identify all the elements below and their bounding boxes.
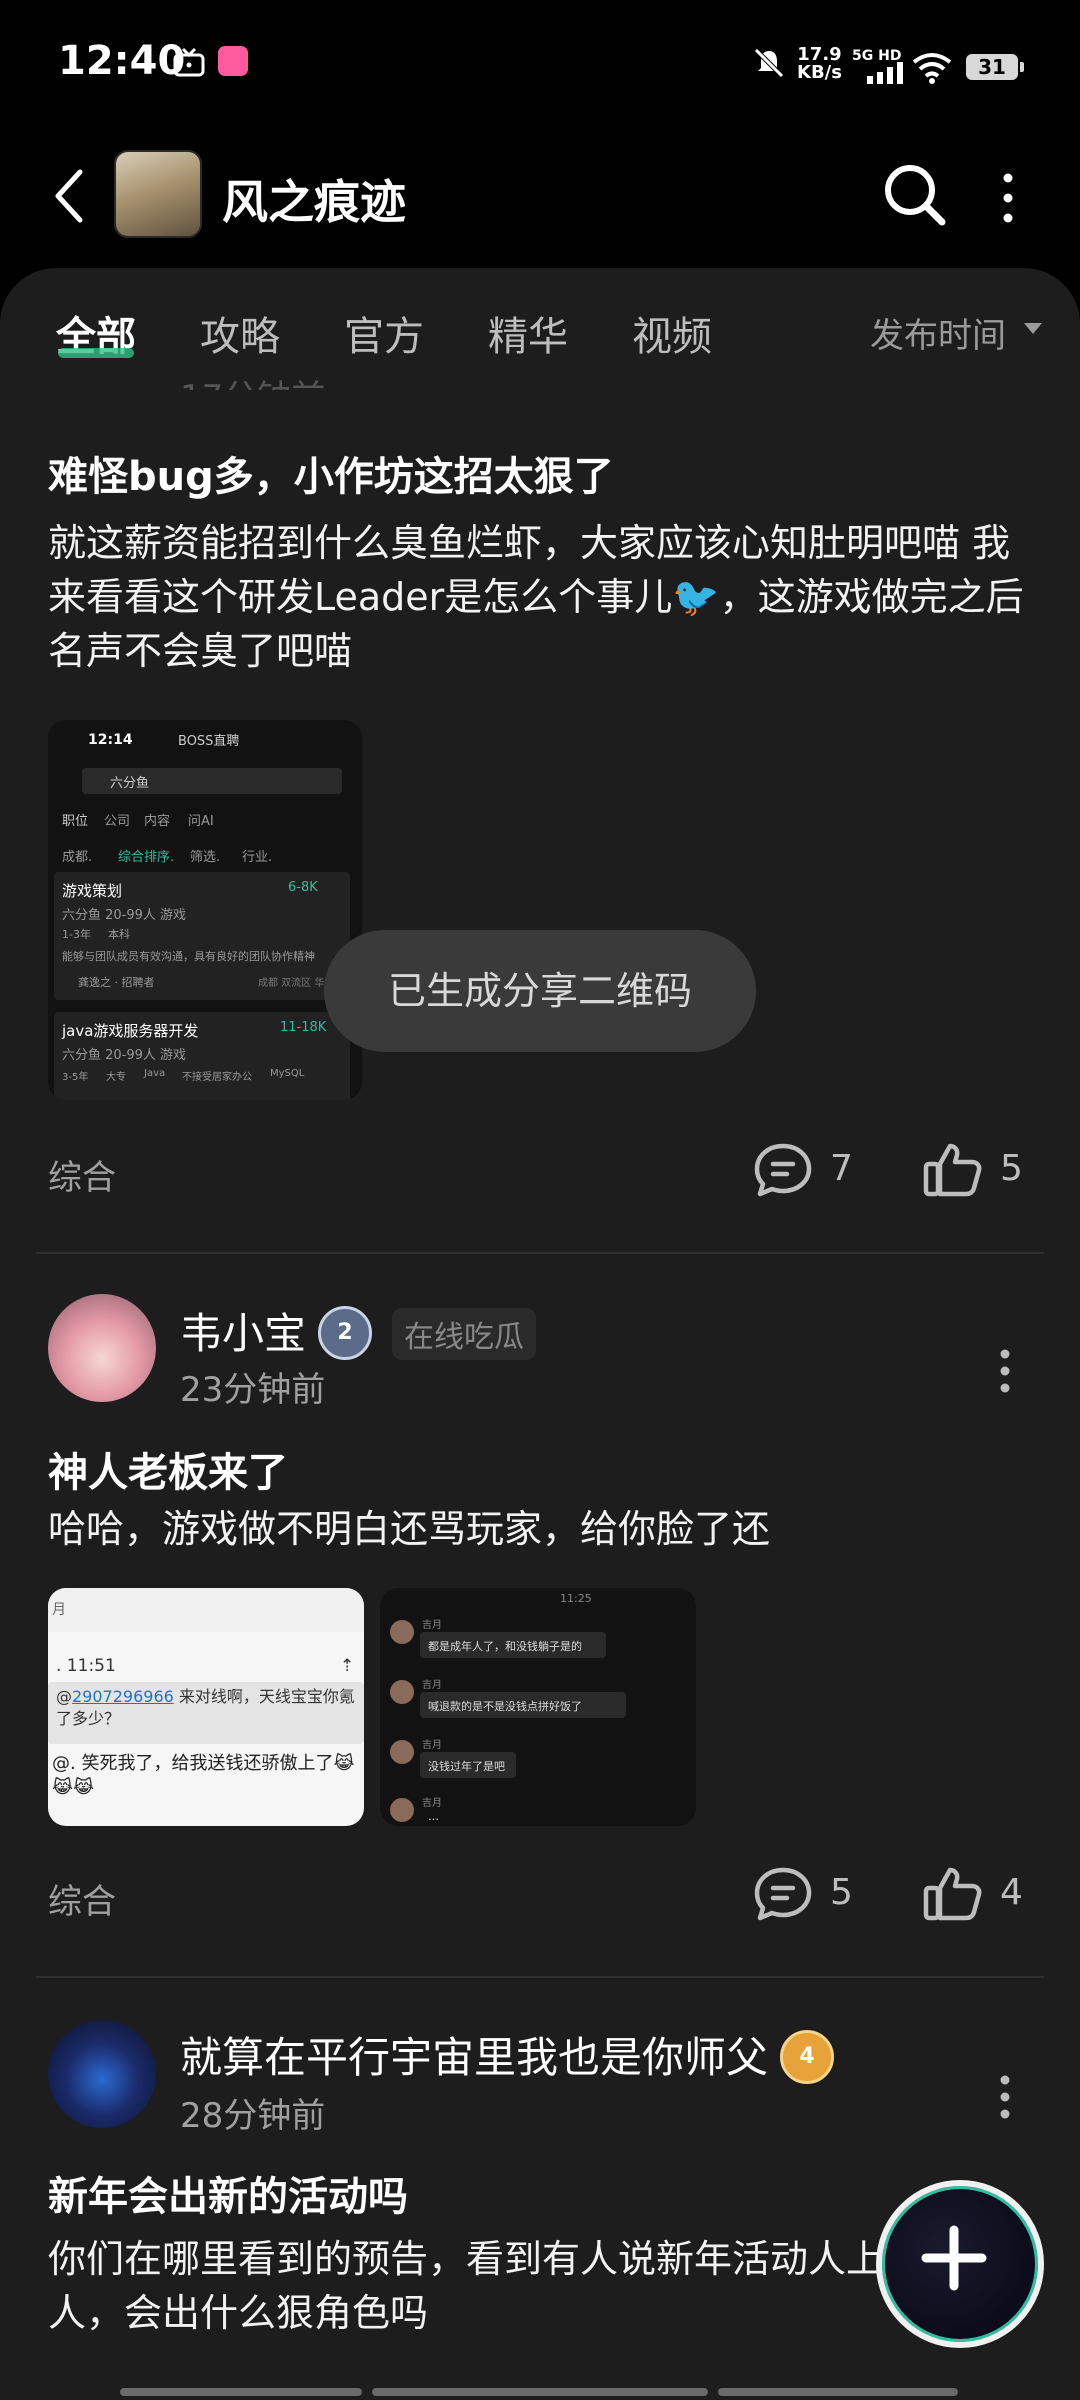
nav-handle: [120, 2388, 362, 2396]
tab-guides[interactable]: 攻略: [200, 304, 280, 362]
search-icon[interactable]: [880, 160, 950, 230]
user-name[interactable]: 就算在平行宇宙里我也是你师父: [180, 2024, 768, 2085]
like-icon[interactable]: [922, 1864, 984, 1922]
comment-icon[interactable]: [752, 1866, 814, 1922]
post-body[interactable]: 就这薪资能招到什么臭鱼烂虾，大家应该心知肚明吧喵 我来看看这个研发Leader是…: [48, 516, 1038, 678]
post-time: 28分钟前: [180, 2096, 326, 2136]
wifi-icon: [912, 53, 952, 84]
status-time: 12:40: [58, 38, 186, 84]
tab-bar: 全部 攻略 官方 精华 视频 发布时间: [0, 268, 1080, 378]
tab-official[interactable]: 官方: [344, 304, 424, 362]
comment-icon[interactable]: [752, 1142, 814, 1198]
comment-count: 5: [830, 1872, 853, 1913]
comment-count: 7: [830, 1148, 853, 1189]
post-image[interactable]: 11:25 吉月 都是成年人了，和没钱躺子是的 吉月 喊退款的是不是没钱点拼好饭…: [380, 1588, 696, 1826]
post-title[interactable]: 新年会出新的活动吗: [48, 2164, 408, 2222]
post-more-icon[interactable]: [999, 1348, 1011, 1398]
level-badge: 2: [318, 1306, 372, 1360]
more-icon[interactable]: [990, 170, 1026, 226]
status-bar: 12:40 17.9 KB/s 5G HD 31: [0, 0, 1080, 130]
post-image[interactable]: 月 . 11:51 ⇡ @2907296966 来对线啊，天线宝宝你氪了多少？ …: [48, 1588, 364, 1826]
net-speed: 17.9 KB/s: [797, 44, 842, 83]
nav-handle: [372, 2388, 708, 2396]
post-body[interactable]: 你们在哪里看到的预告，看到有人说新年活动人上人，会出什么狠角色吗: [48, 2232, 898, 2340]
tab-featured[interactable]: 精华: [488, 304, 568, 362]
battery-indicator: 31: [966, 54, 1024, 80]
signal-icon: [867, 62, 903, 84]
like-count: 4: [1000, 1872, 1023, 1913]
post-title[interactable]: 神人老板来了: [48, 1440, 288, 1498]
toast-message: 已生成分享二维码: [324, 930, 756, 1052]
post-body[interactable]: 哈哈，游戏做不明白还骂玩家，给你脸了还: [48, 1502, 1038, 1556]
post-category[interactable]: 综合: [48, 1150, 116, 1199]
page-title: 风之痕迹: [222, 175, 406, 229]
level-badge: 4: [780, 2030, 834, 2084]
avatar[interactable]: [48, 2020, 156, 2128]
post-image[interactable]: 12:14 BOSS直聘 六分鱼 职位 公司 内容 问AI 成都. 综合排序. …: [48, 720, 362, 1100]
post-time: 23分钟前: [180, 1370, 326, 1410]
divider: [36, 1976, 1044, 1978]
like-count: 5: [1000, 1148, 1023, 1189]
game-avatar[interactable]: [114, 150, 202, 238]
app-notification-icon: [218, 46, 248, 76]
like-icon[interactable]: [922, 1140, 984, 1198]
sort-dropdown[interactable]: 发布时间: [870, 308, 1006, 357]
avatar[interactable]: [48, 1294, 156, 1402]
tv-icon: [173, 47, 205, 77]
content-sheet: 全部 攻略 官方 精华 视频 发布时间 17分钟前 难怪bug多，小作坊这招太狠…: [0, 268, 1080, 2400]
upload-icon: ⇡: [340, 1656, 355, 1676]
plus-icon: [921, 2225, 987, 2291]
post-more-icon[interactable]: [999, 2074, 1011, 2124]
post-category[interactable]: 综合: [48, 1874, 116, 1923]
divider: [36, 1252, 1044, 1254]
post-title[interactable]: 难怪bug多，小作坊这招太狠了: [48, 444, 614, 502]
nav-handle: [718, 2388, 958, 2396]
user-name[interactable]: 韦小宝: [180, 1300, 306, 1361]
user-tag: 在线吃瓜: [392, 1308, 536, 1360]
mute-icon: [754, 48, 784, 78]
tab-underline: [58, 348, 134, 358]
chevron-down-icon: [1024, 323, 1042, 334]
create-post-button[interactable]: [876, 2180, 1044, 2348]
tab-video[interactable]: 视频: [632, 304, 712, 362]
back-icon[interactable]: [50, 166, 90, 226]
faded-post-time: 17分钟前: [180, 370, 325, 390]
